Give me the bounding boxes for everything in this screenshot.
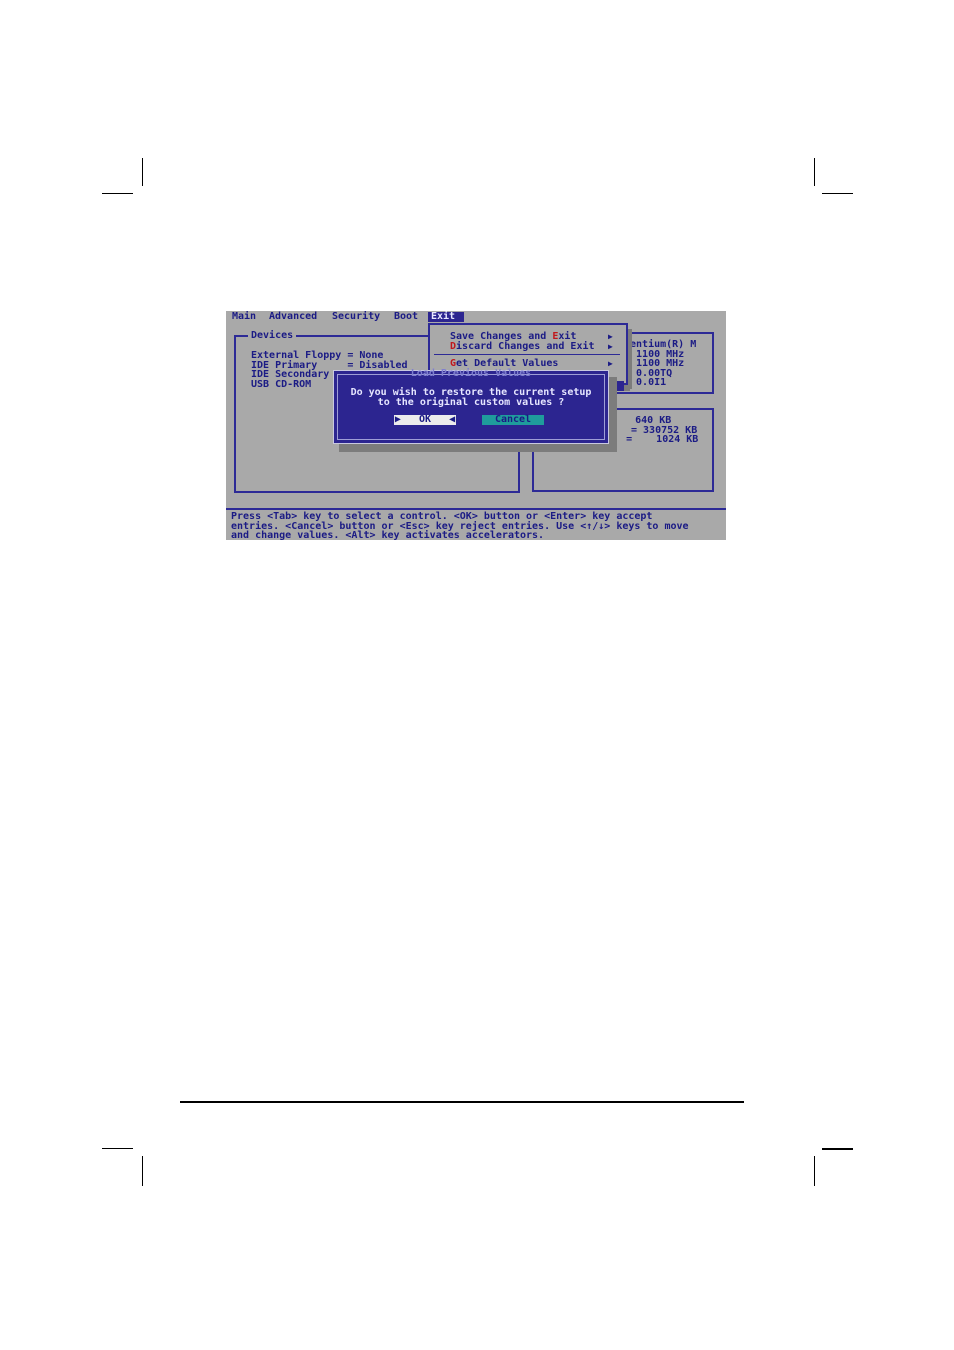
menu-main[interactable]: Main	[229, 312, 259, 322]
crop-mark	[822, 193, 853, 194]
menu-bar: Main Advanced Security Boot Exit	[226, 311, 726, 322]
help-text-line: and change values. <Alt> key activates a…	[231, 530, 545, 540]
menu-boot[interactable]: Boot	[391, 312, 421, 322]
cancel-button[interactable]: Cancel	[482, 415, 544, 425]
discard-changes-and-exit-item[interactable]: Discard Changes and Exit	[450, 340, 595, 352]
submenu-arrow-icon: ▶	[608, 341, 613, 351]
submenu-arrow-icon: ▶	[608, 359, 613, 368]
devices-panel-title: Devices	[248, 331, 297, 341]
ok-button[interactable]: ▶ OK ◀	[394, 415, 456, 425]
crop-mark	[822, 1148, 853, 1150]
crop-mark	[102, 1148, 133, 1149]
dialog-message-line-2: to the original custom values ?	[377, 396, 565, 408]
dialog-title: Load Previous Values	[410, 368, 532, 379]
crop-mark	[142, 158, 143, 186]
dialog-shadow	[609, 377, 617, 452]
crop-mark	[102, 193, 133, 194]
dialog-shadow	[339, 444, 615, 452]
crop-mark	[814, 158, 815, 186]
menu-separator	[434, 354, 620, 355]
help-status-bar: Press <Tab> key to select a control. <OK…	[226, 508, 726, 540]
crop-mark	[814, 1156, 815, 1186]
crop-mark	[142, 1156, 143, 1186]
menu-item-label: iscard Changes and Exit	[456, 340, 595, 352]
page-footer-rule	[180, 1101, 744, 1103]
menu-advanced[interactable]: Advanced	[266, 312, 320, 322]
submenu-arrow-icon: ▶	[608, 332, 613, 341]
menu-exit[interactable]: Exit	[428, 312, 464, 322]
menu-security[interactable]: Security	[329, 312, 383, 322]
load-previous-values-dialog: Load Previous Values Do you wish to rest…	[333, 368, 609, 444]
bios-setup-screen: Main Advanced Security Boot Exit Devices…	[226, 311, 726, 540]
